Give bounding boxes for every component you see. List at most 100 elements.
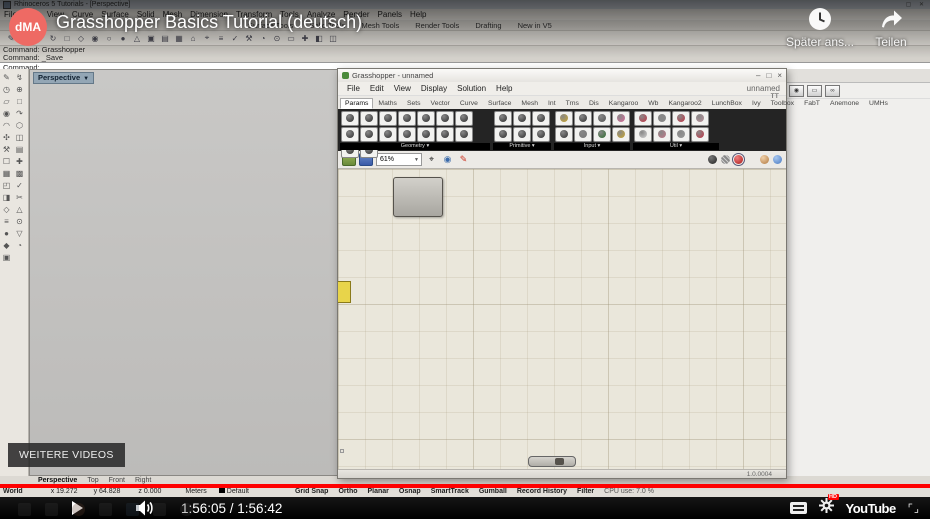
sketch-pen-icon[interactable]: ✎ bbox=[457, 154, 470, 165]
gh-tab-ivy[interactable]: Ivy bbox=[747, 98, 766, 109]
palette-component-icon[interactable] bbox=[493, 126, 512, 142]
palette-component-icon[interactable] bbox=[531, 126, 550, 142]
palette-component-icon[interactable] bbox=[554, 110, 573, 126]
rhino-side-tool-icon[interactable]: ✣ bbox=[0, 132, 13, 144]
palette-component-icon[interactable] bbox=[652, 126, 671, 142]
status-y[interactable]: y 64.828 bbox=[94, 488, 121, 495]
status-toggle-filter[interactable]: Filter bbox=[577, 488, 594, 495]
rhino-side-tool-icon[interactable]: ◨ bbox=[0, 192, 13, 204]
palette-component-icon[interactable] bbox=[416, 126, 435, 142]
preview-off-icon[interactable] bbox=[708, 155, 717, 164]
rhino-menu-help[interactable]: Help bbox=[406, 10, 430, 19]
minimize-button[interactable]: – bbox=[756, 71, 760, 80]
link-icon[interactable]: ∞ bbox=[825, 84, 840, 97]
gh-tab-kangaroo2[interactable]: Kangaroo2 bbox=[663, 98, 706, 109]
gh-tab-surface[interactable]: Surface bbox=[483, 98, 516, 109]
preview-shaded-icon[interactable] bbox=[732, 153, 745, 166]
rhino-side-tool-icon[interactable]: ▽ bbox=[13, 228, 26, 240]
rhino-side-tool-icon[interactable]: ◫ bbox=[13, 132, 26, 144]
rhino-side-tool-icon[interactable]: ↷ bbox=[13, 108, 26, 120]
rhino-side-tool-icon[interactable]: ⊕ bbox=[13, 84, 26, 96]
rhino-tool-icon[interactable]: □ bbox=[60, 34, 74, 43]
rhino-tool-icon[interactable]: ↻ bbox=[46, 34, 60, 43]
zoom-extents-icon[interactable]: ⌖ bbox=[425, 154, 438, 165]
settings-button[interactable]: HD bbox=[818, 494, 839, 518]
palette-component-icon[interactable] bbox=[573, 110, 592, 126]
gh-node-remap1[interactable] bbox=[393, 177, 443, 217]
number-slider-node[interactable] bbox=[528, 456, 576, 467]
palette-component-icon[interactable] bbox=[652, 110, 671, 126]
palette-component-icon[interactable] bbox=[378, 126, 397, 142]
rhino-side-tool-icon[interactable]: ↯ bbox=[13, 72, 26, 84]
viewport-title-tab[interactable]: Perspective ▼ bbox=[33, 72, 95, 84]
rhino-side-tool-icon[interactable]: ⊙ bbox=[13, 216, 26, 228]
gh-tab-mesh[interactable]: Mesh bbox=[516, 98, 543, 109]
palette-component-icon[interactable] bbox=[435, 110, 454, 126]
gh-tab-fabt[interactable]: FabT bbox=[799, 98, 825, 109]
rhino-toolbar-tab[interactable]: Render Tools bbox=[407, 21, 467, 30]
rhino-tool-icon[interactable]: ◔ bbox=[256, 34, 270, 43]
rhino-side-tool-icon[interactable]: ≡ bbox=[0, 216, 13, 228]
gh-tab-wb[interactable]: Wb bbox=[643, 98, 663, 109]
palette-component-icon[interactable] bbox=[633, 126, 652, 142]
status-toggle-gumball[interactable]: Gumball bbox=[479, 488, 507, 495]
palette-component-icon[interactable] bbox=[512, 110, 531, 126]
status-toggle-osnap[interactable]: Osnap bbox=[399, 488, 421, 495]
rhino-side-tool-icon[interactable]: □ bbox=[13, 96, 26, 108]
gh-tab-vector[interactable]: Vector bbox=[426, 98, 455, 109]
rhino-tool-icon[interactable]: ⌂ bbox=[186, 34, 200, 43]
gh-menu-display[interactable]: Display bbox=[416, 84, 452, 93]
status-toggle-smarttrack[interactable]: SmartTrack bbox=[431, 488, 469, 495]
gh-menu-edit[interactable]: Edit bbox=[365, 84, 389, 93]
rhino-side-tool-icon[interactable]: ⚒ bbox=[0, 144, 13, 156]
gh-tab-dis[interactable]: Dis bbox=[584, 98, 604, 109]
status-cpu[interactable]: CPU use: 7.0 % bbox=[604, 488, 654, 495]
rhino-side-tool-icon[interactable]: △ bbox=[13, 204, 26, 216]
gh-tab-maths[interactable]: Maths bbox=[373, 98, 402, 109]
gh-menu-view[interactable]: View bbox=[389, 84, 416, 93]
slider-knob[interactable] bbox=[555, 458, 564, 465]
status-toggle-planar[interactable]: Planar bbox=[368, 488, 389, 495]
palette-component-icon[interactable] bbox=[592, 110, 611, 126]
palette-group-label[interactable]: Geometry ▾ bbox=[340, 143, 490, 150]
status-toggle-grid-snap[interactable]: Grid Snap bbox=[295, 488, 328, 495]
palette-component-icon[interactable] bbox=[340, 110, 359, 126]
palette-component-icon[interactable] bbox=[633, 110, 652, 126]
palette-group-label[interactable]: Input ▾ bbox=[554, 143, 630, 150]
channel-avatar[interactable]: dMA bbox=[9, 8, 47, 46]
rhino-tool-icon[interactable]: ⊙ bbox=[270, 34, 284, 43]
palette-component-icon[interactable] bbox=[690, 126, 709, 142]
rhino-side-tool-icon[interactable]: ▦ bbox=[0, 168, 13, 180]
rhino-tool-icon[interactable]: ▣ bbox=[144, 34, 158, 43]
video-progress-bar[interactable] bbox=[0, 484, 930, 488]
gh-tab-int[interactable]: Int bbox=[543, 98, 561, 109]
grasshopper-canvas[interactable] bbox=[338, 169, 786, 469]
viewport-tab-perspective[interactable]: Perspective bbox=[38, 477, 77, 484]
viewport-tab-right[interactable]: Right bbox=[135, 477, 151, 484]
palette-component-icon[interactable] bbox=[397, 126, 416, 142]
rhino-tool-icon[interactable]: △ bbox=[130, 34, 144, 43]
subtitles-button[interactable] bbox=[789, 502, 807, 514]
palette-component-icon[interactable] bbox=[435, 126, 454, 142]
fullscreen-button[interactable]: ⌜⌟ bbox=[908, 502, 920, 515]
youtube-logo[interactable]: YouTube bbox=[846, 501, 897, 516]
more-videos-button[interactable]: WEITERE VIDEOS bbox=[8, 443, 125, 467]
gh-tab-sets[interactable]: Sets bbox=[402, 98, 426, 109]
rhino-toolbar-tab[interactable]: New in V5 bbox=[510, 21, 560, 30]
palette-component-icon[interactable] bbox=[512, 126, 531, 142]
palette-component-icon[interactable] bbox=[573, 126, 592, 142]
palette-component-icon[interactable] bbox=[531, 110, 550, 126]
rhino-side-tool-icon[interactable]: ◉ bbox=[0, 108, 13, 120]
palette-component-icon[interactable] bbox=[378, 110, 397, 126]
palette-component-icon[interactable] bbox=[416, 110, 435, 126]
gh-tab-anemone[interactable]: Anemone bbox=[825, 98, 864, 109]
display-icon[interactable]: ▭ bbox=[807, 84, 822, 97]
share-button[interactable]: Teilen bbox=[856, 6, 926, 49]
rhino-side-tool-icon[interactable]: ● bbox=[0, 228, 13, 240]
status-x[interactable]: x 19.272 bbox=[51, 488, 78, 495]
rhino-side-tool-icon[interactable]: ▩ bbox=[13, 168, 26, 180]
viewport-tab-front[interactable]: Front bbox=[109, 477, 125, 484]
close-button[interactable]: × bbox=[777, 71, 782, 80]
rhino-side-tool-icon[interactable]: ✂ bbox=[13, 192, 26, 204]
zoom-select[interactable]: 61% ▼ bbox=[376, 153, 422, 166]
